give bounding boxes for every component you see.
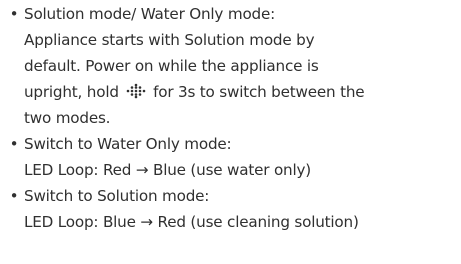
bullet: •	[9, 5, 19, 23]
item-text-after-icon: for 3s to switch between the	[153, 83, 365, 101]
item-text: two modes.	[24, 109, 111, 127]
item-heading: Switch to Water Only mode:	[24, 135, 232, 153]
item-text: LED Loop: Blue → Red (use cleaning solut…	[24, 213, 359, 231]
item-text: default. Power on while the appliance is	[24, 57, 319, 75]
item-heading: Switch to Solution mode:	[24, 187, 210, 205]
item-text: Appliance starts with Solution mode by	[24, 31, 315, 49]
item-text: upright, hold for 3s to switch between t…	[24, 79, 365, 105]
item-heading: Solution mode/ Water Only mode:	[24, 5, 276, 23]
bullet: •	[9, 187, 19, 205]
dotted-mode-button-icon	[127, 83, 146, 99]
item-text: LED Loop: Red → Blue (use water only)	[24, 161, 311, 179]
item-text-before-icon: upright, hold	[24, 83, 119, 101]
bullet: •	[9, 135, 19, 153]
